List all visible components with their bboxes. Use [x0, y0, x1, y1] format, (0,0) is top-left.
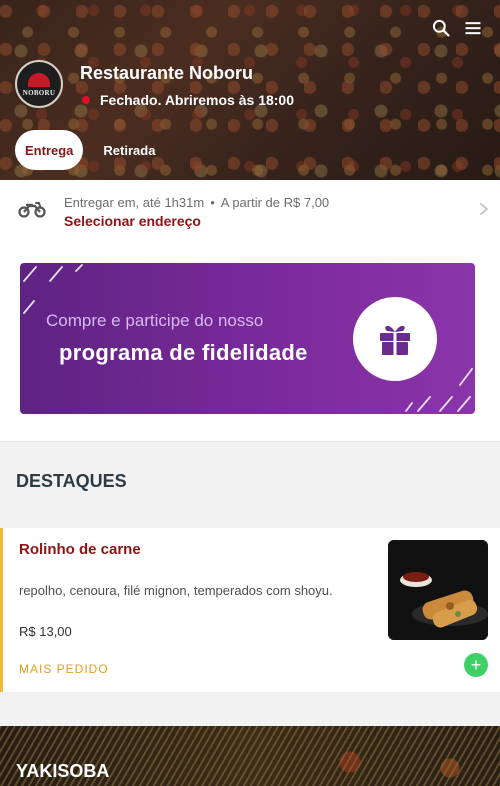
- logo-sun-icon: [28, 73, 50, 87]
- banner-text-line1: Compre e participe do nosso: [46, 311, 264, 330]
- tab-retirada[interactable]: Retirada: [93, 130, 165, 170]
- chevron-right-icon[interactable]: [478, 202, 490, 216]
- select-address-link[interactable]: Selecionar endereço: [64, 213, 201, 229]
- delivery-min-price: A partir de R$ 7,00: [220, 195, 330, 210]
- gift-icon: [380, 325, 410, 355]
- delivery-info: Entregar em, até 1h31m • A partir de R$ 7,…: [64, 195, 329, 210]
- menu-button[interactable]: [459, 14, 487, 42]
- tab-entrega[interactable]: Entrega: [15, 130, 84, 170]
- status-text: Fechado. Abriremos às 18:00: [100, 92, 295, 108]
- spring-roll-image: [388, 540, 488, 640]
- delivery-time: Entregar em, até 1h31m: [64, 195, 205, 210]
- restaurant-header: NOBORU Restaurante Noboru Fechado. Abrir…: [0, 0, 500, 180]
- add-to-cart-button[interactable]: +: [464, 653, 488, 677]
- product-image: [388, 540, 488, 640]
- section-title-destaques: DESTAQUES: [16, 471, 127, 491]
- order-type-tabs: Entrega Retirada: [15, 130, 165, 170]
- logo-text: NOBORU: [22, 89, 56, 97]
- open-status: Fechado. Abriremos às 18:00: [80, 92, 294, 108]
- delivery-separator: •: [210, 195, 215, 210]
- banner-text-line2: programa de fidelidade: [59, 340, 308, 365]
- gift-badge: [353, 297, 437, 381]
- restaurant-logo: NOBORU: [15, 60, 63, 108]
- restaurant-name: Restaurante Noboru: [80, 63, 254, 83]
- status-dot-icon: [82, 96, 90, 104]
- search-button[interactable]: [427, 14, 455, 42]
- product-name: Rolinho de carne: [19, 541, 141, 558]
- section-title-yakisoba: YAKISOBA: [16, 761, 110, 781]
- most-ordered-badge: MAIS PEDIDO: [19, 662, 109, 676]
- menu-icon: [465, 22, 481, 35]
- motorcycle-icon: [18, 202, 46, 218]
- product-description: repolho, cenoura, filé mignon, temperado…: [19, 583, 333, 598]
- product-price: R$ 13,00: [19, 624, 72, 639]
- search-icon: [432, 19, 450, 37]
